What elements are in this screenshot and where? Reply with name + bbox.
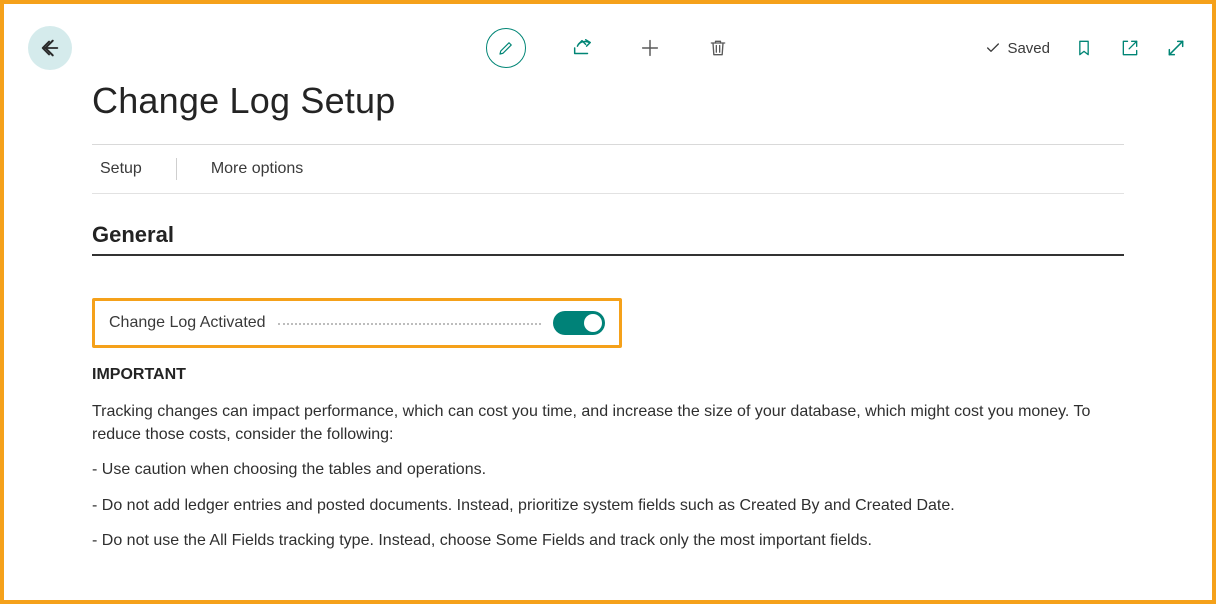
new-button[interactable]: [638, 36, 662, 60]
share-icon: [571, 37, 593, 59]
bookmark-button[interactable]: [1072, 36, 1096, 60]
page-title: Change Log Setup: [92, 80, 1124, 122]
plus-icon: [639, 37, 661, 59]
status-label: Saved: [1007, 40, 1050, 57]
check-icon: [985, 40, 1001, 56]
toolbar-right: Saved: [985, 26, 1188, 70]
popout-icon: [1120, 38, 1140, 58]
expand-button[interactable]: [1164, 36, 1188, 60]
action-bar: Setup More options: [92, 145, 1124, 193]
dotted-leader: [278, 323, 541, 325]
change-log-activated-label: Change Log Activated: [109, 314, 266, 332]
important-heading: IMPORTANT: [92, 366, 1124, 384]
important-item-2: - Do not add ledger entries and posted d…: [92, 494, 1112, 517]
change-log-activated-row: Change Log Activated: [92, 298, 622, 348]
tab-setup[interactable]: Setup: [92, 154, 150, 184]
important-item-1: - Use caution when choosing the tables a…: [92, 458, 1112, 481]
page-frame: Saved Change Log Setup Setup: [0, 0, 1216, 604]
share-button[interactable]: [570, 36, 594, 60]
trash-icon: [708, 38, 728, 58]
tab-more-options[interactable]: More options: [203, 154, 312, 184]
pencil-icon: [497, 39, 515, 57]
important-intro: Tracking changes can impact performance,…: [92, 400, 1112, 446]
divider: [92, 193, 1124, 194]
tab-divider: [176, 158, 177, 180]
edit-button[interactable]: [486, 28, 526, 68]
content-area: Change Log Setup Setup More options Gene…: [92, 80, 1124, 552]
important-item-3: - Do not use the All Fields tracking typ…: [92, 529, 1112, 552]
status-saved: Saved: [985, 40, 1050, 57]
delete-button[interactable]: [706, 36, 730, 60]
toggle-knob: [584, 314, 602, 332]
popout-button[interactable]: [1118, 36, 1142, 60]
expand-icon: [1166, 38, 1186, 58]
change-log-activated-toggle[interactable]: [553, 311, 605, 335]
toolbar-center: [486, 28, 730, 68]
section-general-heading: General: [92, 222, 1124, 256]
bookmark-icon: [1074, 38, 1094, 58]
